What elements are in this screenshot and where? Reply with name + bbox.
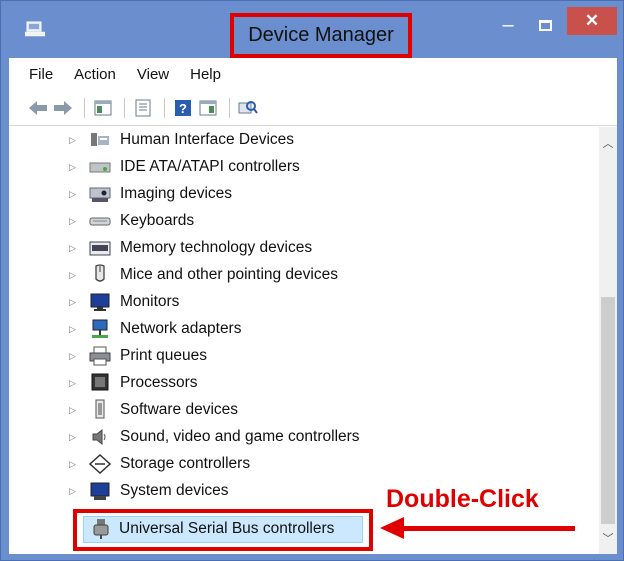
tree-item-label: Imaging devices (120, 185, 233, 202)
expand-arrow-icon[interactable]: ▷ (69, 244, 79, 254)
tree-item-label: Sound, video and game controllers (120, 428, 360, 445)
scroll-down-icon[interactable]: ﹀ (599, 530, 617, 546)
device-manager-window: Device Manager – ✕ File Action View Help (0, 0, 624, 561)
forward-arrow-icon (54, 100, 72, 115)
tree-item-label: Software devices (120, 401, 239, 418)
tree-item-label: Processors (120, 374, 198, 391)
expand-arrow-icon[interactable]: ▷ (69, 136, 79, 146)
memory-device-icon (89, 241, 111, 256)
printer-icon (89, 346, 111, 366)
maximize-icon (538, 19, 552, 31)
keyboard-icon (89, 217, 111, 226)
menu-bar: File Action View Help (9, 58, 617, 90)
expand-arrow-icon[interactable]: ▷ (69, 271, 79, 281)
maximize-button[interactable] (531, 13, 559, 37)
expand-arrow-icon[interactable]: ▷ (69, 487, 79, 497)
svg-text:?: ? (179, 101, 187, 116)
tree-item-label: Mice and other pointing devices (120, 266, 338, 283)
scroll-up-icon[interactable]: ︿ (599, 135, 617, 151)
window-title: Device Manager (248, 24, 394, 46)
title-bar[interactable]: Device Manager – ✕ (1, 1, 623, 58)
tree-item-label: Monitors (120, 293, 180, 310)
tree-item-label: Human Interface Devices (120, 131, 295, 148)
menu-action[interactable]: Action (74, 66, 116, 83)
view-button[interactable] (197, 97, 219, 119)
help-button[interactable]: ? (172, 97, 194, 119)
properties-icon (135, 99, 151, 116)
close-button[interactable]: ✕ (567, 7, 617, 35)
expand-arrow-icon[interactable]: ▷ (69, 379, 79, 389)
expand-arrow-icon[interactable]: ▷ (69, 325, 79, 335)
expand-arrow-icon[interactable]: ▷ (69, 298, 79, 308)
expand-arrow-icon[interactable]: ▷ (69, 460, 79, 470)
client-area: File Action View Help ? ▷ Human Interfac… (9, 58, 617, 554)
speaker-icon (92, 428, 106, 446)
minimize-button[interactable]: – (494, 13, 522, 37)
tree-item-label: System devices (120, 482, 229, 499)
vertical-scrollbar[interactable]: ︿ ﹀ (599, 127, 617, 554)
properties-button[interactable] (132, 97, 154, 119)
scan-hardware-button[interactable] (237, 97, 259, 119)
show-hide-tree-icon (94, 100, 112, 115)
minimize-icon: – (502, 13, 514, 36)
expand-arrow-icon[interactable]: ▷ (69, 190, 79, 200)
help-icon: ? (175, 99, 191, 116)
scroll-thumb[interactable] (601, 297, 615, 524)
scan-hardware-icon (238, 100, 258, 114)
toolbar: ? (9, 90, 617, 126)
expand-arrow-icon[interactable]: ▷ (69, 433, 79, 443)
expand-arrow-icon[interactable]: ▷ (69, 163, 79, 173)
menu-help[interactable]: Help (190, 66, 221, 83)
expand-arrow-icon[interactable]: ▷ (69, 352, 79, 362)
usb-highlight-box (73, 509, 373, 551)
expand-arrow-icon[interactable]: ▷ (69, 406, 79, 416)
mouse-icon (95, 264, 105, 282)
expand-arrow-icon[interactable]: ▷ (69, 217, 79, 227)
toolbar-separator (164, 97, 165, 118)
annotation-arrow-shaft (400, 526, 575, 531)
menu-file[interactable]: File (29, 66, 53, 83)
toolbar-separator (124, 97, 125, 118)
tree-item-label: IDE ATA/ATAPI controllers (120, 158, 300, 175)
double-click-annotation: Double-Click (386, 485, 539, 513)
storage-controller-icon (89, 454, 111, 474)
show-hide-tree-button[interactable] (92, 97, 114, 119)
close-icon: ✕ (584, 11, 600, 30)
tree-item-label: Storage controllers (120, 455, 251, 472)
software-device-icon (95, 399, 105, 419)
monitor-icon (90, 293, 110, 311)
imaging-device-icon (89, 187, 111, 202)
device-manager-app-icon[interactable] (25, 21, 45, 37)
view-icon (199, 100, 217, 115)
toolbar-separator (229, 97, 230, 118)
tree-item-label: Keyboards (120, 212, 195, 229)
network-adapter-icon (92, 319, 108, 338)
forward-button[interactable] (52, 97, 74, 119)
tree-item-label: Print queues (120, 347, 208, 364)
hid-icon (91, 133, 109, 146)
back-arrow-icon (29, 100, 47, 115)
tree-item-label: Memory technology devices (120, 239, 313, 256)
system-device-icon (90, 482, 110, 500)
tree-item-label: Network adapters (120, 320, 242, 337)
processor-icon (91, 373, 109, 391)
ide-controller-icon (89, 162, 111, 173)
toolbar-separator (84, 97, 85, 118)
menu-view[interactable]: View (137, 66, 169, 83)
title-highlight-box: Device Manager (230, 13, 412, 58)
back-button[interactable] (27, 97, 49, 119)
